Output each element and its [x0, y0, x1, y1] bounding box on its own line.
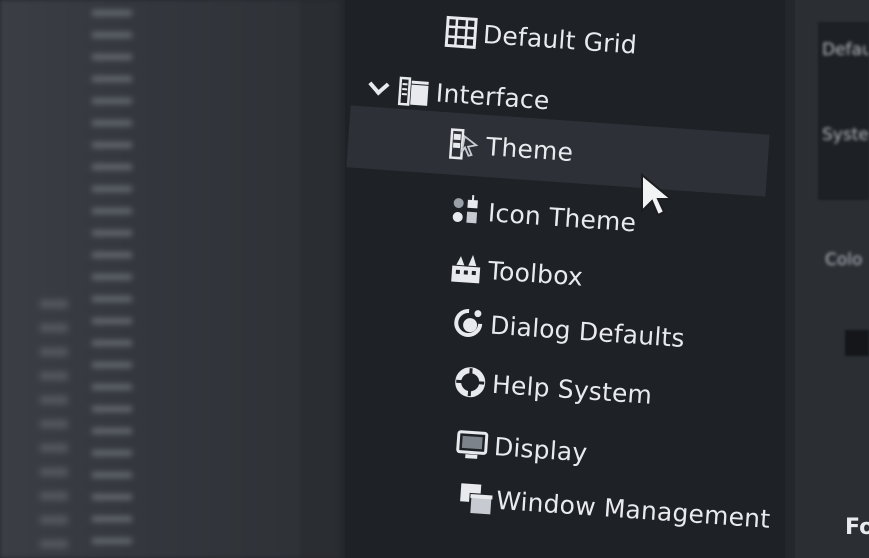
chevron-down-icon[interactable]: [367, 77, 390, 100]
tree-item-label: Display: [493, 431, 589, 468]
blurred-ruler: [92, 10, 132, 550]
tree-item-display[interactable]: Display: [454, 419, 589, 476]
tree-item-label: Interface: [435, 77, 551, 115]
display-icon: [455, 427, 489, 461]
help-system-icon: [453, 365, 487, 399]
blurred-label-4: Fo: [845, 515, 869, 540]
tree-item-label: Theme: [485, 131, 575, 167]
blurred-label-1: Defau: [822, 40, 869, 60]
toolbox-icon: [449, 251, 483, 285]
tree-item-label: Window Management: [495, 485, 772, 534]
icon-theme-icon: [449, 194, 483, 228]
grid-icon: [444, 15, 478, 49]
blurred-ruler-secondary: [40, 300, 68, 550]
blurred-left-panel: [0, 0, 340, 558]
tree-item-label: Toolbox: [487, 255, 585, 292]
mouse-pointer-icon: [641, 173, 674, 217]
tree-item-label: Default Grid: [482, 19, 638, 60]
theme-icon: [447, 127, 481, 161]
blurred-color-swatch[interactable]: [845, 330, 869, 356]
tree-item-label: Dialog Defaults: [489, 310, 686, 353]
blurred-label-3: Colo: [825, 250, 863, 270]
tree-item-toolbox[interactable]: Toolbox: [448, 243, 584, 300]
tree-item-label: Icon Theme: [487, 197, 638, 237]
dialog-defaults-icon: [451, 306, 485, 340]
blurred-label-2: Syste: [822, 125, 869, 145]
window-management-icon: [457, 481, 494, 517]
tree-item-label: Help System: [491, 369, 654, 410]
panel-divider: [300, 0, 340, 558]
interface-icon: [397, 74, 431, 108]
